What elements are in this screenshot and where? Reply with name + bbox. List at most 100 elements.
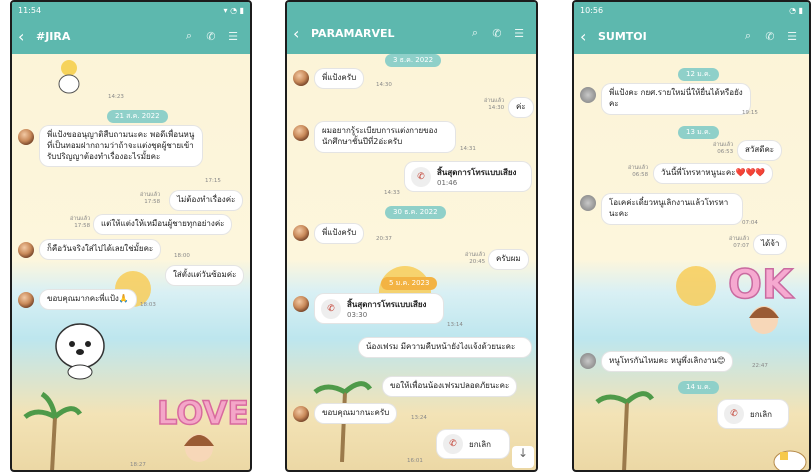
incoming-message: ขอบคุณมากคะพี่แป้ง🙏	[40, 290, 136, 309]
outgoing-message: ได้จ้า	[754, 235, 787, 254]
status-time: 11:54	[18, 5, 42, 15]
sticker-character	[770, 442, 809, 470]
avatar[interactable]	[293, 225, 309, 241]
outgoing-message: วันนี้พี่โทรหาหนูนะคะ❤️❤️❤️	[654, 164, 773, 183]
search-icon[interactable]: ⌕	[178, 29, 200, 43]
read-receipt: อ่านแล้ว 20:45	[465, 252, 486, 265]
message-time: 07:04	[742, 220, 758, 226]
date-separator: 13 ม.ค.	[678, 126, 719, 139]
status-time: 10:56	[580, 5, 604, 15]
message-time: 16:01	[407, 458, 423, 464]
incoming-message: พี่แป้งครับ	[315, 224, 364, 243]
message-time: 20:37	[376, 236, 392, 242]
call-record[interactable]: ✆ ยกเลิก	[437, 430, 509, 458]
call-duration: 01:46	[437, 179, 458, 187]
call-icon[interactable]: ✆	[759, 30, 781, 43]
message-time: 18:27	[130, 462, 146, 468]
back-arrow-icon[interactable]: ‹	[580, 27, 598, 46]
phone-call-icon: ✆	[443, 434, 463, 454]
incoming-message: พี่แป้งครับ	[315, 69, 364, 88]
message-time: 18:03	[140, 302, 156, 308]
message-time: 13:14	[447, 322, 463, 328]
sticker-text: LOVE	[157, 394, 247, 432]
sticker-character	[52, 58, 86, 94]
outgoing-message: แต่ให้แต่งให้เหมือนผู้ชายทุกอย่างค่ะ	[94, 215, 232, 234]
phone-call-icon: ✆	[724, 404, 744, 424]
palm-tree-decoration	[22, 382, 83, 470]
call-record[interactable]: ✆ สิ้นสุดการโทรแบบเสียง 01:46	[405, 162, 531, 191]
back-arrow-icon[interactable]: ‹	[18, 27, 36, 46]
incoming-message: ผมอยากรู้ระเบียบการแต่งกายของนักศึกษาชั้…	[315, 122, 455, 152]
sticker-text: OK	[728, 262, 795, 308]
outgoing-message: น้องเฟรม มีความคืบหน้ายังไงแจ้งด้วยนะคะ	[359, 338, 531, 357]
status-bar: 10:56 ◔ ▮	[574, 2, 809, 18]
avatar[interactable]	[18, 292, 34, 308]
date-separator: 30 ธ.ค. 2022	[385, 206, 446, 219]
incoming-message: ก็คือวันจริงใส่ไปได้เลยใช่มั้ยคะ	[40, 240, 161, 259]
date-separator: 14 ม.ค.	[678, 381, 719, 394]
read-receipt: อ่านแล้ว 17:58	[140, 192, 161, 205]
date-separator: 21 ส.ค. 2022	[107, 110, 168, 123]
call-status: ยกเลิก	[750, 409, 773, 419]
outgoing-message: ค่ะ	[509, 98, 533, 117]
sticker-brown-bear	[52, 320, 108, 384]
call-record[interactable]: ✆ ยกเลิก	[718, 400, 788, 428]
chat-screen-sumtoi: 10:56 ◔ ▮ ‹ SUMTOI ⌕ ✆ ☰ 12 ม.ค. พี่แป้ง…	[572, 0, 811, 472]
outgoing-message: สวัสดีคะ	[738, 141, 782, 160]
read-receipt: อ่านแล้ว 06:53	[713, 142, 734, 155]
call-status: สิ้นสุดการโทรแบบเสียง	[437, 168, 517, 177]
avatar[interactable]	[580, 195, 596, 211]
incoming-message: พี่แป้งคะ กยศ.รายใหม่นี่ให้ยื่นได้หรือยั…	[602, 84, 750, 114]
scroll-down-icon[interactable]: ↓	[512, 446, 534, 468]
date-separator: 3 ธ.ค. 2022	[385, 54, 442, 67]
call-icon[interactable]: ✆	[486, 27, 508, 40]
message-time: 14:23	[108, 94, 124, 100]
outgoing-message: ใส่ตั้งแต่วันซ้อมค่ะ	[166, 266, 244, 285]
read-receipt: อ่านแล้ว 06:58	[628, 165, 649, 178]
call-record[interactable]: ✆ สิ้นสุดการโทรแบบเสียง 03:30	[315, 294, 443, 323]
search-icon[interactable]: ⌕	[737, 29, 759, 43]
message-time: 14:31	[460, 146, 476, 152]
search-icon[interactable]: ⌕	[464, 26, 486, 40]
signal-icons: ◔ ▮	[789, 5, 803, 15]
chat-title: #JIRA	[36, 29, 71, 43]
chat-title: PARAMARVEL	[311, 26, 395, 40]
status-bar: 11:54 ▾ ◔ ▮	[12, 2, 250, 18]
incoming-message: โอเคค่ะเดี๋ยวหนูเลิกงานแล้วโทรหานะคะ	[602, 194, 742, 224]
avatar[interactable]	[18, 129, 34, 145]
love-sticker: LOVE	[152, 384, 250, 470]
ok-sticker: OK	[724, 254, 809, 354]
menu-icon[interactable]: ☰	[781, 30, 803, 43]
message-time: 17:15	[205, 178, 221, 184]
chat-header: ‹ SUMTOI ⌕ ✆ ☰	[574, 18, 809, 54]
outgoing-message: ครับผม	[489, 250, 528, 269]
avatar[interactable]	[580, 87, 596, 103]
menu-icon[interactable]: ☰	[508, 27, 530, 40]
chat-header: ‹ PARAMARVEL ⌕ ✆ ☰	[287, 2, 536, 54]
read-receipt: อ่านแล้ว 14:30	[484, 98, 505, 111]
message-time: 13:24	[411, 415, 427, 421]
phone-call-icon: ✆	[411, 166, 431, 187]
avatar[interactable]	[18, 242, 34, 258]
avatar[interactable]	[293, 296, 309, 312]
back-arrow-icon[interactable]: ‹	[293, 24, 311, 43]
chat-screen-paramarvel: ‹ PARAMARVEL ⌕ ✆ ☰ 3 ธ.ค. 2022 พี่แป้งคร…	[285, 0, 538, 472]
palm-tree-decoration	[594, 362, 655, 470]
phone-call-icon: ✆	[321, 298, 341, 319]
call-icon[interactable]: ✆	[200, 30, 222, 43]
menu-icon[interactable]: ☰	[222, 30, 244, 43]
sun-decoration	[666, 256, 726, 310]
message-time: 18:00	[174, 253, 190, 259]
message-time: 14:33	[384, 190, 400, 196]
date-separator: 5 ม.ค. 2023	[381, 277, 438, 290]
message-time: 19:15	[742, 110, 758, 116]
date-separator: 12 ม.ค.	[678, 68, 719, 81]
avatar[interactable]	[293, 406, 309, 422]
call-status: ยกเลิก	[469, 439, 492, 449]
chat-screen-jira: 11:54 ▾ ◔ ▮ ‹ #JIRA ⌕ ✆ ☰ 14:23 21 ส.ค. …	[10, 0, 252, 472]
call-status: สิ้นสุดการโทรแบบเสียง	[347, 300, 427, 309]
avatar[interactable]	[293, 70, 309, 86]
avatar[interactable]	[293, 125, 309, 141]
chat-title: SUMTOI	[598, 29, 647, 43]
outgoing-message: ขอให้เพื่อนน้องเฟรมปลอดภัยนะคะ	[383, 377, 517, 396]
